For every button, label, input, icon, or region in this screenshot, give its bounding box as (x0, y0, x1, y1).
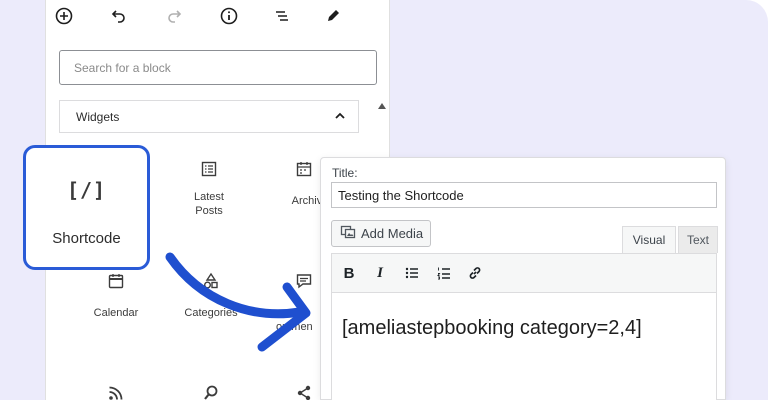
block-rss[interactable] (66, 384, 166, 400)
bullet-list-icon[interactable] (401, 262, 423, 284)
add-media-button[interactable]: Add Media (331, 220, 431, 247)
shortcode-icon: [/] (66, 178, 107, 202)
rss-icon (66, 384, 166, 400)
scrollbar-up-arrow-icon[interactable] (377, 101, 387, 111)
block-calendar[interactable]: Calendar (66, 272, 166, 320)
categories-icon (161, 272, 261, 294)
block-search[interactable] (161, 384, 261, 400)
redo-icon[interactable] (162, 4, 186, 28)
calendar-icon (66, 272, 166, 294)
block-label: Shortcode (52, 230, 121, 247)
list-view-icon[interactable] (270, 4, 294, 28)
block-search-input[interactable] (59, 50, 377, 85)
tab-visual[interactable]: Visual (622, 226, 676, 253)
plus-circle-icon[interactable] (52, 4, 76, 28)
formatting-toolbar: B I (331, 253, 717, 293)
block-label: Latest (194, 191, 224, 203)
classic-editor-panel: Title: Add Media Visual Text B I [amelia… (320, 157, 726, 400)
post-title-input[interactable] (331, 182, 717, 208)
latest-posts-icon (159, 160, 259, 182)
editor-content-area[interactable]: [ameliastepbooking category=2,4] (331, 293, 717, 400)
edit-icon[interactable] (321, 4, 345, 28)
block-categories[interactable]: Categories (161, 272, 261, 320)
chevron-up-icon (334, 110, 346, 125)
media-icon (340, 224, 356, 243)
numbered-list-icon[interactable] (433, 262, 455, 284)
block-shortcode[interactable]: [/] Shortcode (23, 145, 150, 270)
link-icon[interactable] (464, 262, 486, 284)
shortcode-text: [ameliastepbooking category=2,4] (342, 317, 642, 339)
bold-icon[interactable]: B (338, 262, 360, 284)
search-icon (161, 384, 261, 400)
block-label: Calendar (93, 307, 139, 319)
editor-top-toolbar (46, 0, 389, 36)
add-media-label: Add Media (361, 226, 424, 241)
widgets-category-label: Widgets (76, 109, 120, 124)
block-label: Categories (184, 307, 238, 319)
italic-icon[interactable]: I (369, 262, 391, 284)
tab-text[interactable]: Text (678, 226, 718, 253)
block-label: Posts (195, 205, 223, 217)
block-latest-posts[interactable]: Latest Posts (159, 160, 259, 218)
info-icon[interactable] (217, 4, 241, 28)
title-label: Title: (332, 166, 358, 180)
widgets-category-toggle[interactable]: Widgets (59, 100, 359, 133)
undo-icon[interactable] (107, 4, 131, 28)
